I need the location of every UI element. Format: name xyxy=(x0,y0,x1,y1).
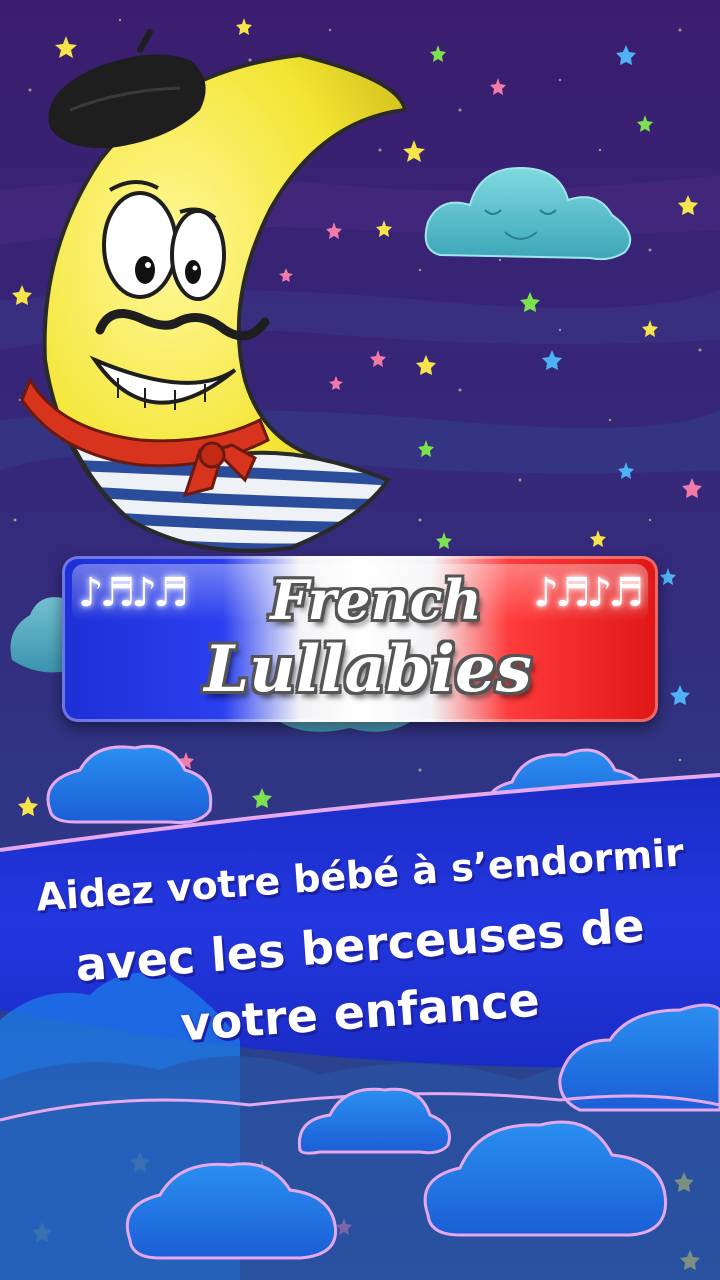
app-title-line1: French xyxy=(270,568,482,632)
title-banner: ♪♬♪♬ ♪♬♪♬ French Lullabies xyxy=(62,556,658,722)
app-title-line2: Lullabies xyxy=(204,632,532,707)
